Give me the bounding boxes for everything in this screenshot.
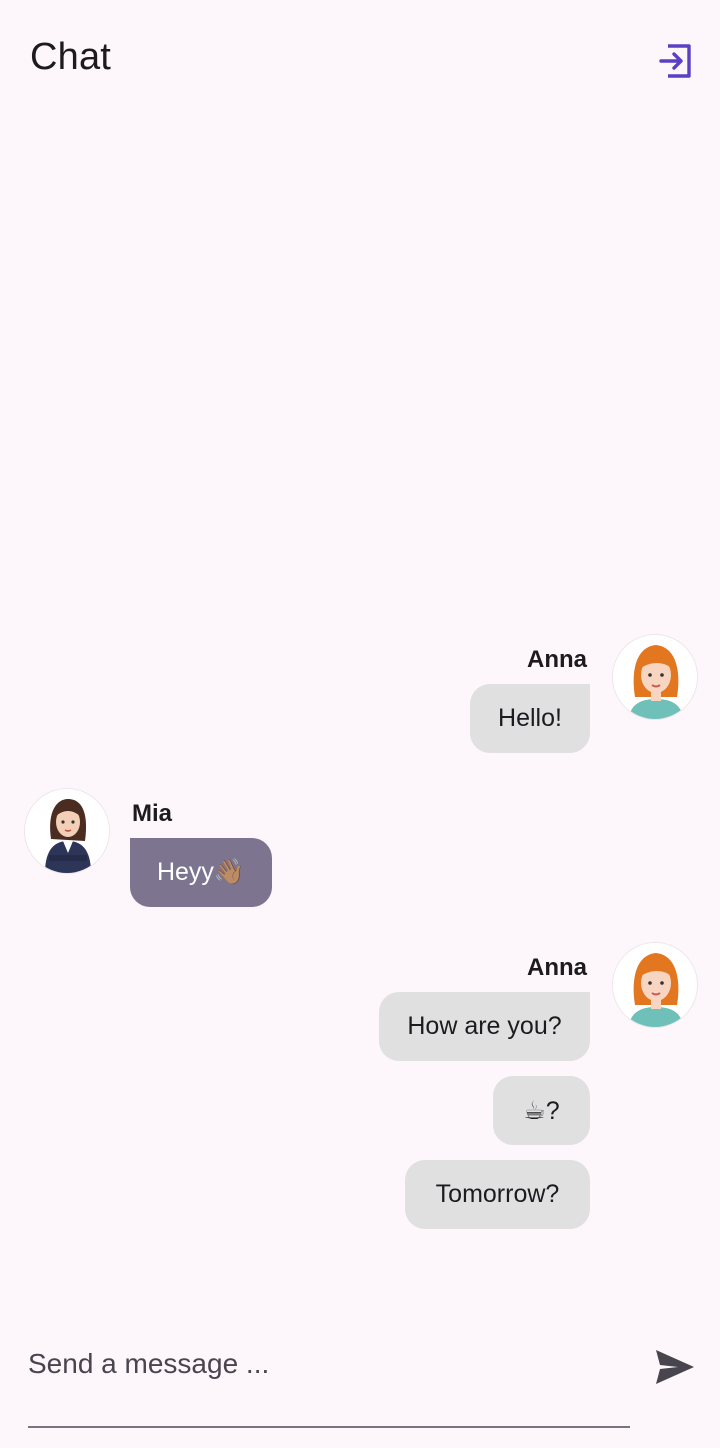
app-bar: Chat <box>0 0 720 120</box>
sender-name: Anna <box>527 954 587 981</box>
input-underline <box>28 1426 630 1428</box>
message-bubble[interactable]: ☕? <box>493 1076 590 1145</box>
send-icon <box>656 1350 694 1384</box>
woman-red-hair-icon <box>613 635 697 719</box>
message-bubble[interactable]: Tomorrow? <box>405 1160 590 1229</box>
avatar <box>612 942 698 1028</box>
sender-name: Mia <box>132 800 173 827</box>
avatar <box>24 788 110 874</box>
avatar <box>612 634 698 720</box>
message-bubble[interactable]: How are you? <box>379 992 590 1061</box>
chat-screen: Chat Anna Hello! Mia Heyy👋🏽 Anna How are… <box>0 0 720 1448</box>
send-button[interactable] <box>650 1342 700 1392</box>
logout-icon <box>659 44 691 78</box>
sender-name: Anna <box>527 646 587 673</box>
woman-red-hair-icon <box>613 943 697 1027</box>
businesswoman-icon <box>25 789 109 873</box>
message-bubble[interactable]: Heyy👋🏽 <box>130 838 272 907</box>
message-input[interactable] <box>28 1334 628 1394</box>
logout-button[interactable] <box>650 36 700 86</box>
page-title: Chat <box>30 36 112 78</box>
message-composer <box>0 1320 720 1448</box>
message-bubble[interactable]: Hello! <box>470 684 590 753</box>
